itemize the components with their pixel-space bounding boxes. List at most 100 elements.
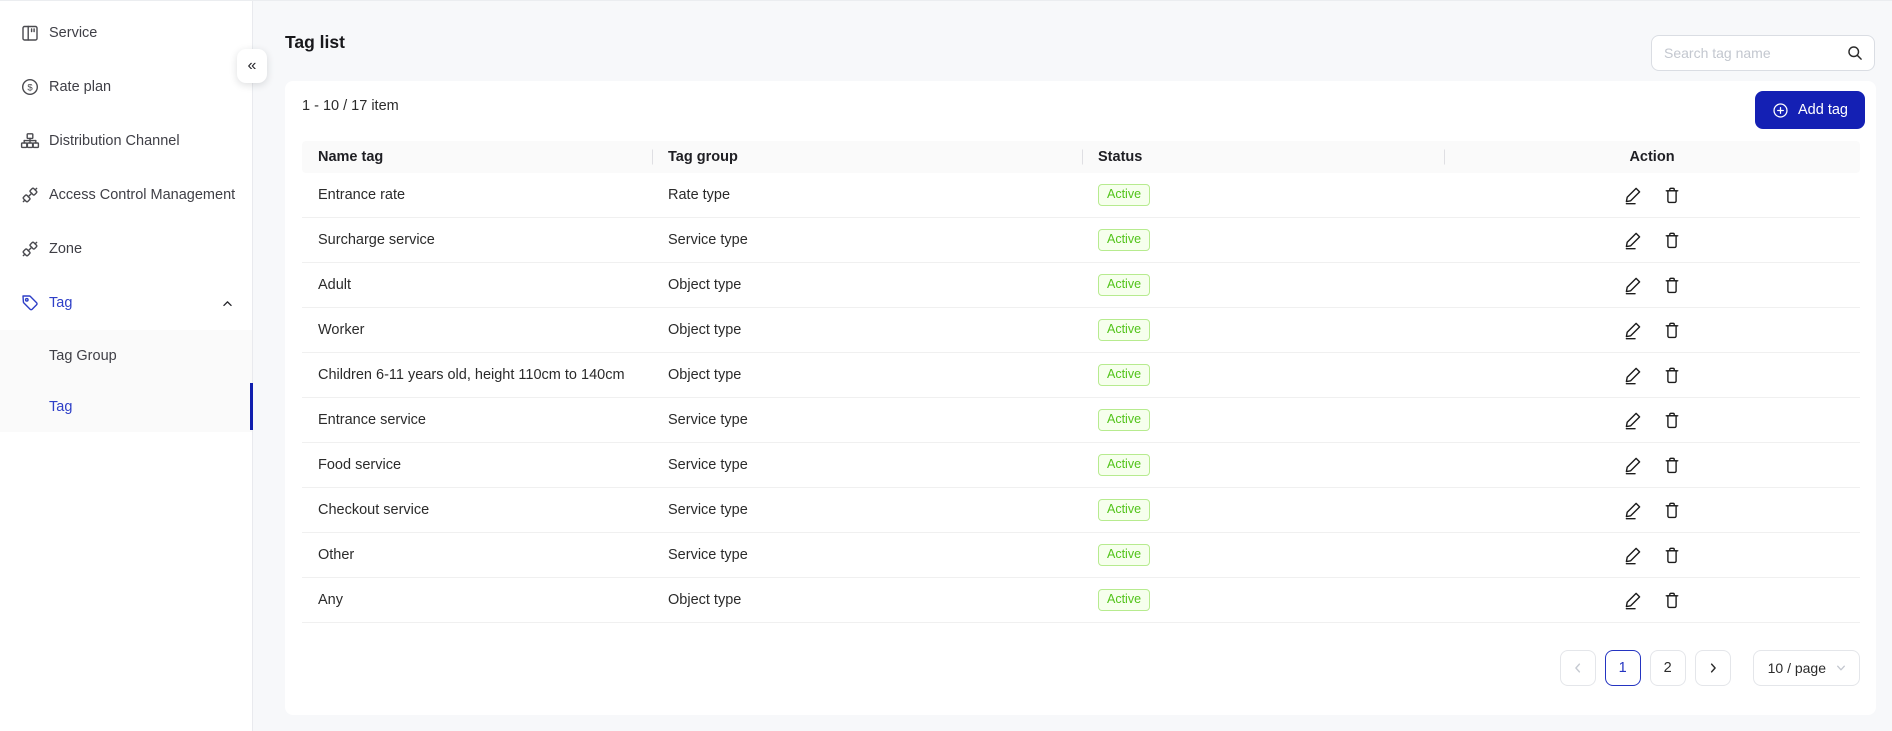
table-row: Adult Object type Active [302,263,1860,308]
sidebar-subitem-label: Tag Group [49,347,117,364]
tag-table: Name tag Tag group Status Action Entranc… [302,141,1860,623]
edit-icon [1625,502,1640,520]
search-icon[interactable] [1846,44,1864,62]
column-header-action: Action [1444,141,1860,173]
edit-icon [1625,367,1640,385]
status-badge: Active [1098,274,1151,296]
trash-icon [1665,232,1678,249]
sidebar-item-access-control-management[interactable]: Access Control Management [0,168,252,222]
plus-circle-icon [1772,102,1789,119]
sidebar-item-distribution-channel[interactable]: Distribution Channel [0,114,252,168]
sidebar-item-label: Rate plan [49,79,112,95]
trash-icon [1665,277,1678,294]
sidebar-item-zone[interactable]: Zone [0,222,252,276]
edit-button[interactable] [1623,545,1643,565]
delete-button[interactable] [1662,545,1682,565]
item-count: 1 - 10 / 17 item [302,98,399,114]
status-badge: Active [1098,364,1151,386]
column-header-name-tag: Name tag [318,149,384,165]
tag-group: Object type [668,321,742,338]
status-badge: Active [1098,544,1151,566]
tag-group: Service type [668,456,748,473]
table-row: Other Service type Active [302,533,1860,578]
tag-group: Rate type [668,186,731,203]
edit-button[interactable] [1623,455,1643,475]
table-row: Any Object type Active [302,578,1860,623]
collapse-icon: « [247,57,257,74]
prev-page-button[interactable] [1559,650,1596,686]
page-title: Tag list [285,32,345,52]
edit-icon [1625,547,1640,565]
page-1-button[interactable]: 1 [1604,650,1641,686]
next-page-button[interactable] [1694,650,1731,686]
add-tag-button-label: Add tag [1798,102,1848,118]
edit-button[interactable] [1623,230,1643,250]
delete-button[interactable] [1662,365,1682,385]
delete-button[interactable] [1662,230,1682,250]
tag-group: Service type [668,231,748,248]
sidebar-item-label: Distribution Channel [49,133,180,149]
api-icon [20,239,40,259]
tag-group: Service type [668,546,748,563]
sidebar-item-label: Service [49,25,98,41]
delete-button[interactable] [1662,455,1682,475]
edit-icon [1625,412,1640,430]
org-chart-icon [20,131,40,151]
status-badge: Active [1098,589,1151,611]
tag-group: Service type [668,411,748,428]
edit-icon [1625,322,1640,340]
table-row: Checkout service Service type Active [302,488,1860,533]
sidebar-item-label: Tag [49,295,73,311]
sidebar-subitem-tag[interactable]: Tag [0,381,253,432]
edit-button[interactable] [1623,185,1643,205]
tag-submenu: Tag Group Tag [0,330,253,432]
edit-button[interactable] [1623,275,1643,295]
sidebar-menu: Service $ Rate plan Distribution Channel… [0,1,253,432]
edit-button[interactable] [1623,500,1643,520]
search-box [1651,35,1875,71]
delete-button[interactable] [1662,275,1682,295]
status-badge: Active [1098,454,1151,476]
sidebar-item-label: Access Control Management [49,187,236,203]
tag-name: Checkout service [318,501,430,518]
delete-button[interactable] [1662,500,1682,520]
dollar-circle-icon: $ [20,77,40,97]
table-row: Surcharge service Service type Active [302,218,1860,263]
add-tag-button[interactable]: Add tag [1755,91,1865,129]
sidebar-subitem-tag-group[interactable]: Tag Group [0,330,252,381]
column-header-status: Status [1082,141,1444,173]
sidebar: Service $ Rate plan Distribution Channel… [0,1,253,731]
trash-icon [1665,547,1678,564]
sidebar-item-service[interactable]: Service [0,6,252,60]
status-badge: Active [1098,229,1151,251]
tag-name: Any [318,591,343,608]
trash-icon [1665,502,1678,519]
delete-button[interactable] [1662,185,1682,205]
trash-icon [1665,187,1678,204]
edit-icon [1625,232,1640,250]
search-input[interactable] [1651,35,1875,71]
edit-button[interactable] [1623,365,1643,385]
tag-group: Service type [668,501,748,518]
table-row: Food service Service type Active [302,443,1860,488]
column-header-tag-group: Tag group [652,141,1082,173]
tag-name: Worker [318,321,365,338]
edit-button[interactable] [1623,590,1643,610]
sidebar-collapse-button[interactable]: « [237,49,267,83]
edit-button[interactable] [1623,410,1643,430]
delete-button[interactable] [1662,590,1682,610]
edit-icon [1625,277,1640,295]
chevron-up-icon [221,297,234,310]
trash-icon [1665,412,1678,429]
tag-icon [20,293,40,313]
trash-icon [1665,592,1678,609]
sidebar-item-rate-plan[interactable]: $ Rate plan [0,60,252,114]
edit-button[interactable] [1623,320,1643,340]
page-size-select[interactable]: 10 / page [1752,650,1860,686]
page-2-button[interactable]: 2 [1649,650,1686,686]
table-row: Entrance rate Rate type Active [302,173,1860,218]
status-badge: Active [1098,409,1151,431]
sidebar-item-tag[interactable]: Tag [0,276,252,330]
delete-button[interactable] [1662,410,1682,430]
delete-button[interactable] [1662,320,1682,340]
